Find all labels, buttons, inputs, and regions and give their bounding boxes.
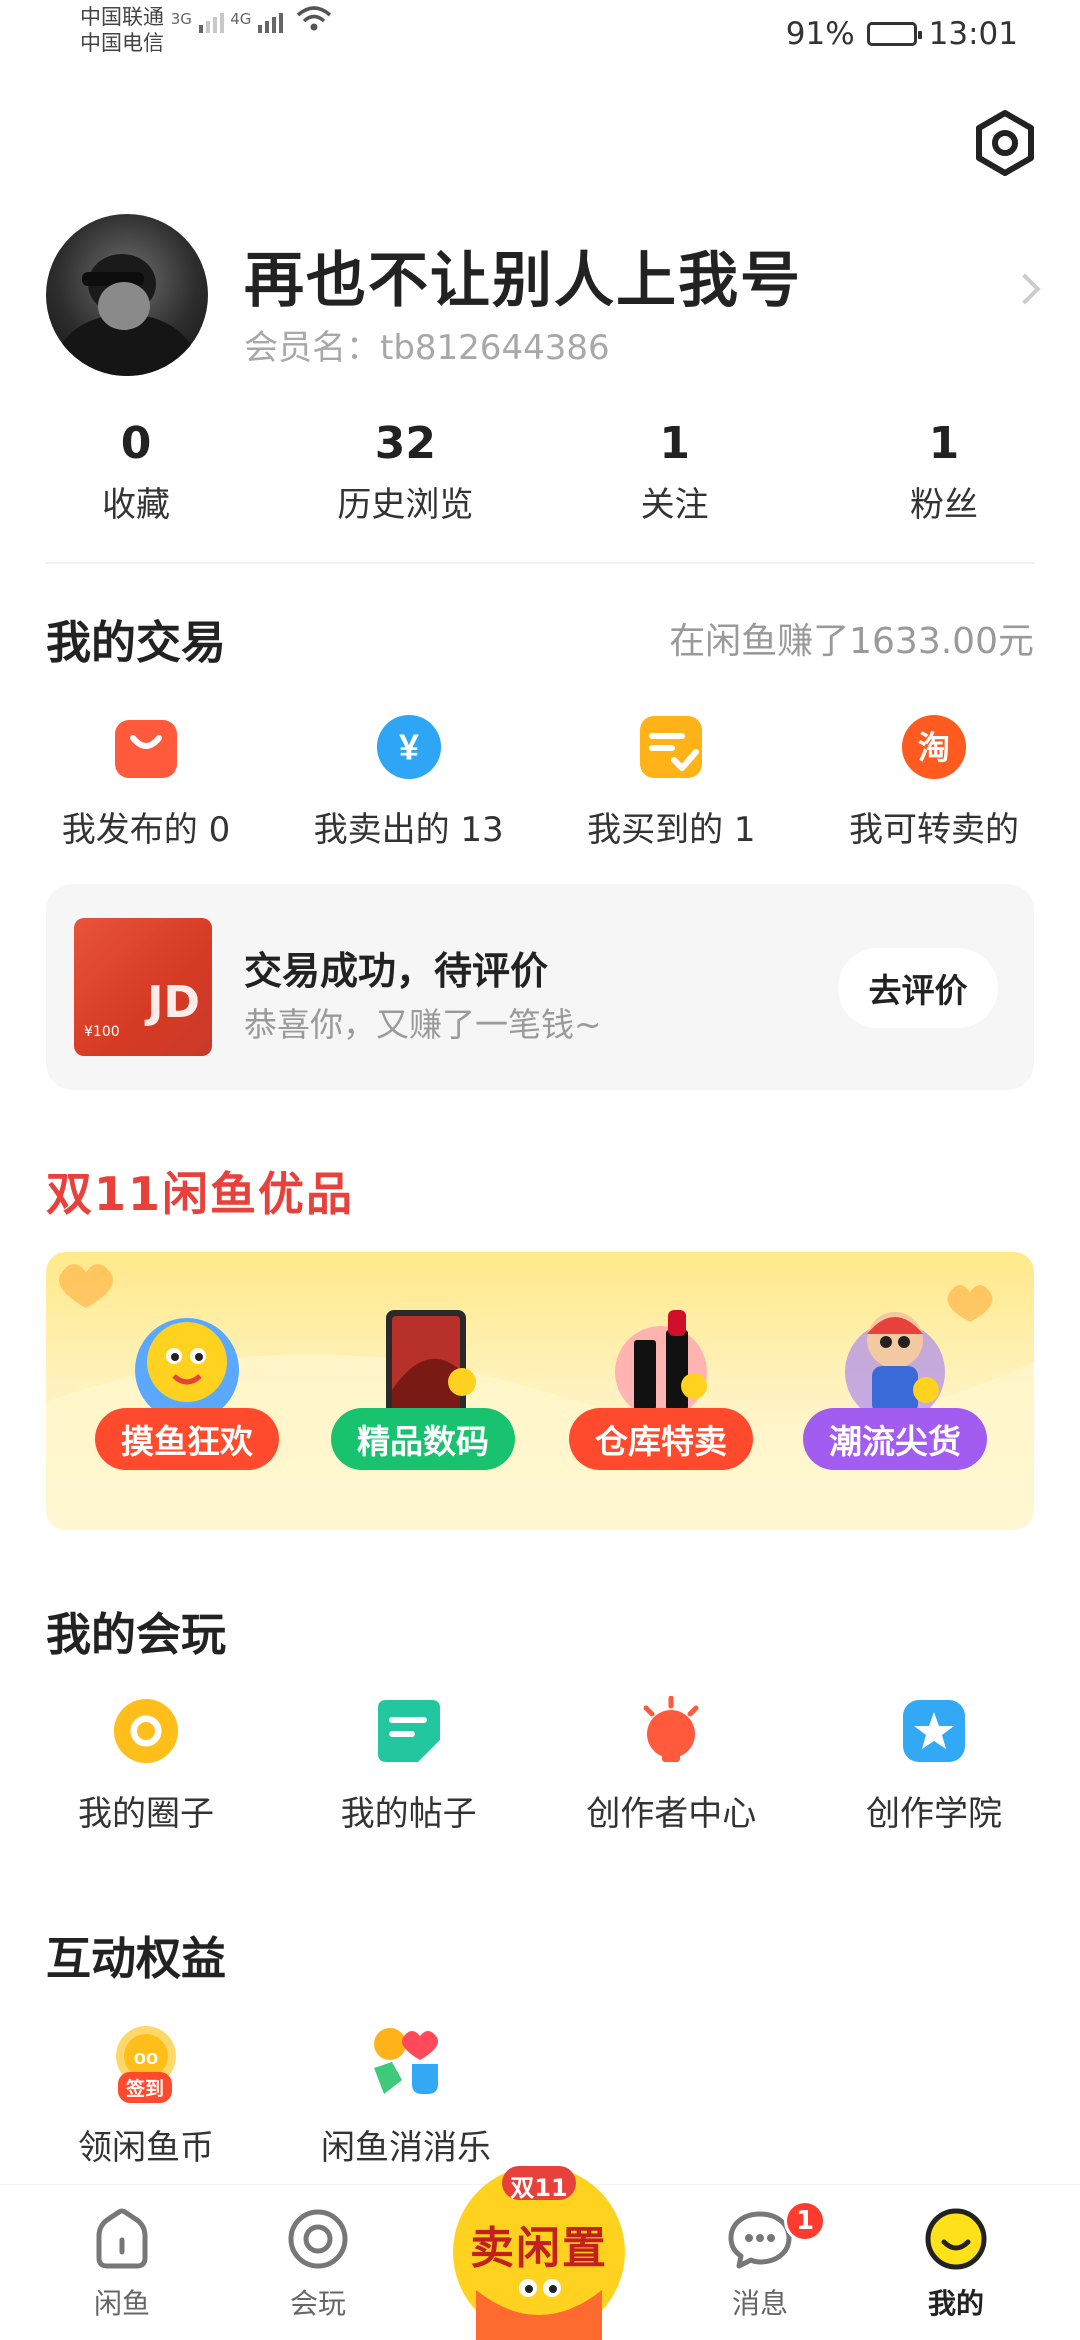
benefit-item-coins[interactable]: oo 签到 领闲鱼币 bbox=[46, 2024, 246, 2169]
tab-me[interactable]: 我的 bbox=[886, 2208, 1026, 2322]
smile-face-icon bbox=[925, 2208, 987, 2270]
play-title: 我的会玩 bbox=[46, 1608, 227, 1661]
star-icon bbox=[901, 1698, 967, 1764]
chevron-right-icon[interactable] bbox=[1009, 273, 1041, 305]
checklist-icon bbox=[638, 714, 704, 780]
tab-home[interactable]: 闲鱼 bbox=[52, 2208, 192, 2322]
promo-item-trendy[interactable]: 潮流尖货 bbox=[800, 1300, 990, 1470]
chat-icon bbox=[728, 2211, 792, 2269]
member-name: 会员名：tb812644386 bbox=[244, 320, 610, 369]
promo-pill: 潮流尖货 bbox=[803, 1408, 987, 1470]
play-circle-icon bbox=[288, 2209, 348, 2269]
circle-icon bbox=[113, 1698, 179, 1764]
settings-icon[interactable] bbox=[970, 108, 1040, 178]
trade-item-resell[interactable]: 淘 我可转卖的 bbox=[834, 714, 1034, 851]
benefits-title: 互动权益 bbox=[46, 1932, 227, 1985]
taobao-icon: 淘 bbox=[901, 714, 967, 780]
checkin-icon: oo 签到 bbox=[108, 2024, 184, 2103]
status-right: 91% 13:01 bbox=[786, 16, 1018, 52]
message-badge: 1 bbox=[784, 2200, 826, 2242]
post-icon bbox=[376, 1698, 442, 1764]
trade-grid: 我发布的 0 ¥ 我卖出的 13 我买到的 1 淘 我可转卖的 bbox=[46, 714, 1034, 851]
trade-item-sold[interactable]: ¥ 我卖出的 13 bbox=[309, 714, 509, 851]
trade-item-published[interactable]: 我发布的 0 bbox=[46, 714, 246, 851]
svg-text:淘: 淘 bbox=[918, 728, 950, 766]
play-item-posts[interactable]: 我的帖子 bbox=[309, 1698, 509, 1835]
promo-title: 双11闲鱼优品 bbox=[46, 1167, 355, 1221]
carrier-1: 中国联通 3G 4G bbox=[80, 4, 332, 33]
svg-text:¥: ¥ bbox=[399, 727, 419, 767]
bag-icon bbox=[113, 714, 179, 780]
earned-text[interactable]: 在闲鱼赚了1633.00元 bbox=[669, 612, 1034, 664]
product-thumbnail: JD ¥100 bbox=[74, 918, 212, 1056]
deal-subtitle: 恭喜你，又赚了一笔钱~ bbox=[244, 1005, 602, 1044]
promo-item-warehouse[interactable]: 仓库特卖 bbox=[566, 1300, 756, 1470]
divider bbox=[46, 562, 1034, 564]
stat-followers[interactable]: 1 粉丝 bbox=[854, 418, 1034, 526]
profile-stats: 0 收藏 32 历史浏览 1 关注 1 粉丝 bbox=[46, 418, 1034, 526]
wifi-icon bbox=[296, 6, 331, 31]
avatar[interactable] bbox=[46, 214, 208, 376]
signal-icon bbox=[258, 9, 284, 33]
battery-icon bbox=[866, 22, 922, 46]
promo-item-fish-carnival[interactable]: 摸鱼狂欢 bbox=[92, 1300, 282, 1470]
member-id: tb812644386 bbox=[380, 328, 610, 368]
game-icon bbox=[368, 2024, 444, 2100]
signal-icon bbox=[198, 9, 224, 33]
play-grid: 我的圈子 我的帖子 创作者中心 创作学院 bbox=[46, 1696, 1034, 1835]
play-item-circle[interactable]: 我的圈子 bbox=[46, 1698, 246, 1835]
stat-favorites[interactable]: 0 收藏 bbox=[46, 418, 226, 526]
trade-title: 我的交易 bbox=[46, 616, 227, 669]
play-item-creator[interactable]: 创作者中心 bbox=[571, 1696, 771, 1835]
member-label: 会员名： bbox=[244, 328, 380, 368]
fab-top-label: 双11 bbox=[510, 2174, 568, 2202]
clock: 13:01 bbox=[928, 16, 1018, 52]
yen-icon: ¥ bbox=[376, 714, 442, 780]
trade-item-bought[interactable]: 我买到的 1 bbox=[571, 714, 771, 851]
stat-following[interactable]: 1 关注 bbox=[585, 418, 765, 526]
promo-pill: 仓库特卖 bbox=[569, 1408, 753, 1470]
promo-pill: 摸鱼狂欢 bbox=[95, 1408, 279, 1470]
deal-title: 交易成功，待评价 bbox=[244, 949, 549, 993]
sell-idle-button[interactable]: 双11 卖闲置 bbox=[446, 2160, 632, 2340]
battery-percent: 91% bbox=[785, 16, 855, 52]
tab-play[interactable]: 会玩 bbox=[248, 2208, 388, 2322]
promo-pill: 精品数码 bbox=[331, 1408, 515, 1470]
nickname: 再也不让别人上我号 bbox=[244, 246, 802, 316]
fab-main-label: 卖闲置 bbox=[470, 2223, 608, 2274]
svg-text:oo: oo bbox=[134, 2047, 158, 2069]
home-icon bbox=[96, 2208, 148, 2269]
benefit-item-game[interactable]: 闲鱼消消乐 bbox=[306, 2024, 506, 2169]
carrier-2: 中国电信 bbox=[80, 31, 164, 55]
bulb-icon bbox=[638, 1696, 704, 1764]
promo-item-digital[interactable]: 精品数码 bbox=[328, 1300, 518, 1470]
review-button[interactable]: 去评价 bbox=[838, 948, 998, 1028]
stat-history[interactable]: 32 历史浏览 bbox=[315, 418, 495, 526]
play-item-academy[interactable]: 创作学院 bbox=[834, 1698, 1034, 1835]
